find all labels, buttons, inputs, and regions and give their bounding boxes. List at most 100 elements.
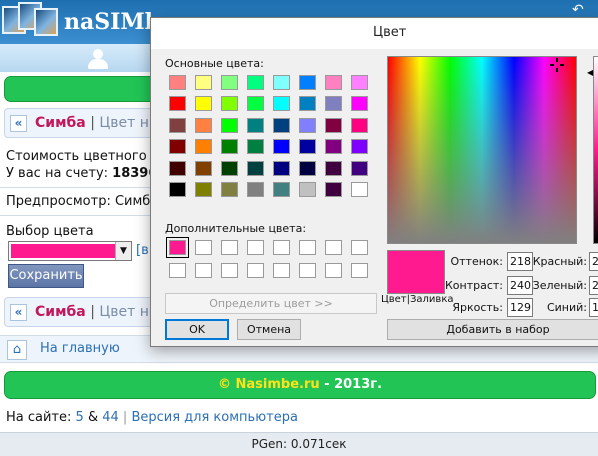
green-field[interactable]: 26 bbox=[589, 276, 598, 295]
color-spectrum[interactable] bbox=[387, 56, 577, 244]
basic-color-swatch[interactable] bbox=[325, 139, 342, 155]
custom-color-swatch[interactable] bbox=[195, 240, 212, 255]
home-link[interactable]: На главную bbox=[40, 341, 120, 356]
back-chevron-icon[interactable]: « bbox=[10, 115, 27, 132]
basic-color-swatch[interactable] bbox=[299, 117, 316, 133]
save-button[interactable]: Сохранить bbox=[8, 264, 84, 288]
basic-color-swatch[interactable] bbox=[247, 160, 264, 176]
color-preview bbox=[387, 250, 445, 294]
basic-color-swatch[interactable] bbox=[195, 117, 212, 133]
user-icon[interactable] bbox=[87, 49, 109, 69]
breadcrumb-user[interactable]: Симба bbox=[35, 304, 86, 320]
basic-color-swatch[interactable] bbox=[299, 160, 316, 176]
basic-color-swatch[interactable] bbox=[195, 96, 212, 112]
custom-color-swatch[interactable] bbox=[166, 237, 189, 258]
basic-color-swatch[interactable] bbox=[273, 96, 290, 112]
basic-color-swatch[interactable] bbox=[299, 182, 316, 197]
basic-color-swatch[interactable] bbox=[221, 160, 238, 176]
basic-color-swatch[interactable] bbox=[299, 139, 316, 155]
basic-color-swatch[interactable] bbox=[247, 117, 264, 133]
basic-color-swatch[interactable] bbox=[221, 96, 238, 112]
basic-color-swatch[interactable] bbox=[195, 182, 212, 197]
basic-color-swatch[interactable] bbox=[169, 182, 186, 197]
home-icon[interactable]: ⌂ bbox=[7, 340, 27, 360]
basic-color-swatch[interactable] bbox=[299, 96, 316, 112]
basic-colors-label: Основные цвета: bbox=[165, 57, 264, 70]
online-count-2[interactable]: 44 bbox=[102, 410, 119, 425]
basic-color-swatch[interactable] bbox=[195, 160, 212, 176]
select-side-link[interactable]: [в bbox=[136, 243, 149, 258]
dropdown-arrow-icon[interactable]: ▼ bbox=[115, 242, 131, 260]
basic-color-swatch[interactable] bbox=[325, 75, 342, 90]
basic-color-swatch[interactable] bbox=[221, 139, 238, 155]
basic-color-swatch[interactable] bbox=[169, 160, 186, 176]
basic-color-swatch[interactable] bbox=[247, 139, 264, 155]
basic-color-swatch[interactable] bbox=[273, 139, 290, 155]
custom-color-swatch[interactable] bbox=[299, 240, 316, 255]
red-field[interactable]: 255 bbox=[589, 252, 598, 271]
basic-color-swatch[interactable] bbox=[169, 75, 186, 90]
basic-color-swatch[interactable] bbox=[273, 117, 290, 133]
custom-color-swatch[interactable] bbox=[247, 240, 264, 255]
logo-photo bbox=[34, 8, 58, 36]
basic-color-swatch[interactable] bbox=[247, 182, 264, 197]
basic-color-swatch[interactable] bbox=[351, 96, 368, 112]
basic-color-swatch[interactable] bbox=[325, 96, 342, 112]
spectrum-crosshair-icon[interactable] bbox=[550, 58, 564, 72]
custom-color-swatch[interactable] bbox=[273, 240, 290, 255]
basic-color-swatch[interactable] bbox=[351, 160, 368, 176]
back-arrow-icon[interactable]: ↶ bbox=[572, 2, 584, 18]
custom-color-swatch[interactable] bbox=[221, 263, 238, 278]
basic-color-swatch[interactable] bbox=[273, 75, 290, 90]
basic-color-swatch[interactable] bbox=[273, 182, 290, 197]
back-chevron-icon[interactable]: « bbox=[10, 304, 27, 321]
red-label: Красный: bbox=[532, 255, 587, 268]
custom-color-swatch[interactable] bbox=[221, 240, 238, 255]
basic-color-swatch[interactable] bbox=[221, 117, 238, 133]
custom-color-swatch[interactable] bbox=[273, 263, 290, 278]
cancel-button[interactable]: Отмена bbox=[237, 319, 301, 340]
basic-color-swatch[interactable] bbox=[273, 160, 290, 176]
copyright-site[interactable]: Nasimbe.ru bbox=[236, 377, 320, 392]
page-gen-time: PGen: 0.071сек bbox=[0, 432, 598, 456]
basic-color-swatch[interactable] bbox=[325, 117, 342, 133]
dialog-title: Цвет bbox=[373, 25, 407, 40]
custom-color-swatch[interactable] bbox=[247, 263, 264, 278]
dialog-titlebar[interactable]: Цвет bbox=[151, 18, 598, 49]
luminance-arrow-icon[interactable]: ◀ bbox=[587, 68, 593, 77]
basic-color-swatch[interactable] bbox=[195, 139, 212, 155]
basic-color-swatch[interactable] bbox=[247, 75, 264, 90]
blue-label: Синий: bbox=[546, 301, 587, 314]
desktop-version-link[interactable]: Версия для компьютера bbox=[131, 410, 297, 425]
luminance-slider[interactable] bbox=[593, 56, 598, 244]
basic-color-swatch[interactable] bbox=[169, 139, 186, 155]
basic-color-swatch[interactable] bbox=[221, 182, 238, 197]
basic-color-swatch[interactable] bbox=[169, 96, 186, 112]
custom-color-swatch[interactable] bbox=[351, 263, 368, 278]
basic-color-swatch[interactable] bbox=[351, 117, 368, 133]
basic-color-swatch[interactable] bbox=[247, 96, 264, 112]
basic-color-swatch[interactable] bbox=[299, 75, 316, 90]
online-separator: | bbox=[122, 410, 128, 425]
online-count-1[interactable]: 5 bbox=[76, 410, 84, 425]
custom-color-swatch[interactable] bbox=[169, 263, 186, 278]
custom-color-swatch[interactable] bbox=[325, 240, 342, 255]
blue-field[interactable]: 143 bbox=[589, 298, 598, 317]
basic-color-swatch[interactable] bbox=[221, 75, 238, 90]
basic-color-swatch[interactable] bbox=[195, 75, 212, 90]
custom-color-swatch[interactable] bbox=[299, 263, 316, 278]
basic-color-swatch[interactable] bbox=[325, 182, 342, 197]
basic-color-swatch[interactable] bbox=[325, 160, 342, 176]
basic-color-swatch[interactable] bbox=[351, 182, 368, 197]
basic-color-swatch[interactable] bbox=[351, 139, 368, 155]
add-to-custom-colors-button[interactable]: Добавить в набор bbox=[387, 319, 598, 340]
custom-color-swatch[interactable] bbox=[195, 263, 212, 278]
color-select[interactable]: ▼ bbox=[8, 241, 132, 261]
custom-color-swatch[interactable] bbox=[325, 263, 342, 278]
ok-button[interactable]: OK bbox=[165, 319, 229, 340]
basic-color-swatch[interactable] bbox=[351, 75, 368, 90]
breadcrumb-user[interactable]: Симба bbox=[35, 115, 86, 131]
basic-color-swatch[interactable] bbox=[169, 117, 186, 133]
custom-color-swatch[interactable] bbox=[351, 240, 368, 255]
online-label: На сайте: bbox=[6, 410, 72, 425]
